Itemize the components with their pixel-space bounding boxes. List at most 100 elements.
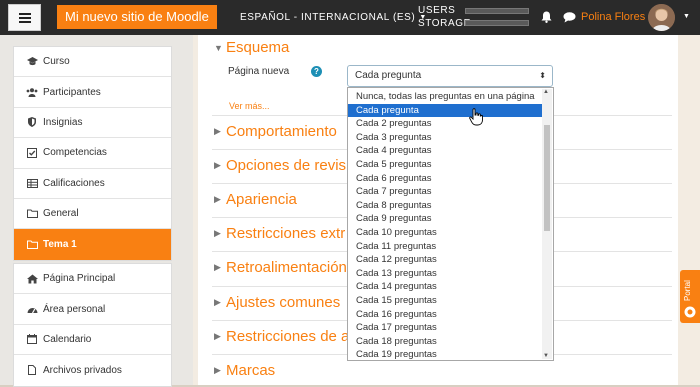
caret-right-icon: ▶ [214,262,221,272]
sidebar-item-participantes[interactable]: Participantes [14,77,171,108]
usage-users-label: USERS [418,5,456,16]
sidebar-item-label: Competencias [43,147,107,159]
portal-tab-label: Portal [683,280,692,302]
section-restricciones-extra-header[interactable]: ▶ Restricciones extr [214,225,345,242]
sidebar-item-curso[interactable]: Curso [14,47,171,78]
shield-icon [26,117,38,128]
listbox-option[interactable]: Cada 19 preguntas [348,348,542,360]
portal-logo-icon [684,306,696,318]
language-menu[interactable]: ESPAÑOL - INTERNACIONAL (ES) ▼ [240,0,427,35]
dashboard-icon [26,305,38,314]
messages-button[interactable] [561,9,577,25]
caret-right-icon: ▶ [214,194,221,204]
file-icon [26,365,38,376]
caret-right-icon: ▶ [214,160,221,170]
section-title: Retroalimentación [226,259,347,276]
sidebar-item-area-personal[interactable]: Área personal [14,294,171,325]
avatar[interactable] [648,4,675,31]
avatar-image [648,4,675,31]
section-marcas-header[interactable]: ▶ Marcas [214,362,275,379]
listbox-option[interactable]: Cada 2 preguntas [348,117,542,131]
chat-icon [563,11,575,22]
listbox-option[interactable]: Cada 16 preguntas [348,308,542,322]
site-nav-group: Página Principal Área personal Calendari… [13,263,172,387]
site-title-link[interactable]: Mi nuevo sitio de Moodle [57,5,217,29]
top-navbar: Mi nuevo sitio de Moodle ESPAÑOL - INTER… [0,0,700,35]
sidebar-item-label: Archivos privados [43,364,122,376]
section-title: Opciones de revis [226,157,347,174]
updown-caret-icon: ⬍ [539,71,546,80]
sidebar-item-pagina-principal[interactable]: Página Principal [14,264,171,295]
listbox-option[interactable]: Cada 7 preguntas [348,185,542,199]
section-title: Marcas [226,362,276,379]
sidebar-item-calendario[interactable]: Calendario [14,325,171,356]
listbox-option[interactable]: Cada 6 preguntas [348,172,542,186]
listbox-option[interactable]: Cada 9 preguntas [348,212,542,226]
section-ajustes-comunes-header[interactable]: ▶ Ajustes comunes [214,294,340,311]
sidebar-item-label: Participantes [43,86,101,98]
user-menu-caret-icon[interactable]: ▼ [683,13,690,20]
listbox-option[interactable]: Cada 4 preguntas [348,144,542,158]
graduation-cap-icon [26,57,38,66]
storage-usage-bar [465,20,529,26]
sidebar-item-label: Área personal [43,303,106,315]
scrollbar-thumb[interactable] [544,125,550,231]
scroll-down-icon[interactable]: ▼ [543,353,549,359]
usage-labels: USERS STORAGE [418,4,471,30]
usage-bars [465,8,529,32]
section-opciones-revision-header[interactable]: ▶ Opciones de revis [214,157,346,174]
notifications-button[interactable] [538,9,554,25]
left-drawer: Curso Participantes Insignias Competenci… [0,35,193,387]
listbox-option[interactable]: Cada 14 preguntas [348,280,542,294]
section-restricciones-acceso-header[interactable]: ▶ Restricciones de a [214,328,349,345]
sidebar-item-competencias[interactable]: Competencias [14,138,171,169]
ver-mas-link[interactable]: Ver más... [229,101,270,111]
sidebar-item-label: General [43,208,79,220]
section-title: Apariencia [226,191,297,208]
listbox-option[interactable]: Cada 18 preguntas [348,335,542,349]
scroll-up-icon[interactable]: ▲ [543,89,549,95]
section-retroalimentacion-header[interactable]: ▶ Retroalimentación [214,259,347,276]
quiz-settings-form: ▼ Esquema Página nueva ? Cada pregunta ⬍… [198,35,678,385]
listbox-option[interactable]: Cada 3 preguntas [348,131,542,145]
section-title: Comportamiento [226,123,337,140]
hamburger-button[interactable] [8,4,41,31]
section-title: Esquema [226,39,290,56]
section-esquema-header[interactable]: ▼ Esquema [214,39,289,56]
listbox-option[interactable]: Cada 15 preguntas [348,294,542,308]
sidebar-item-tema-1[interactable]: Tema 1 [14,229,171,260]
listbox-option[interactable]: Cada 13 preguntas [348,267,542,281]
sidebar-item-label: Página Principal [43,273,116,285]
listbox-option[interactable]: Cada pregunta [348,103,542,118]
pagina-nueva-select[interactable]: Cada pregunta ⬍ [347,65,553,87]
pagina-nueva-listbox[interactable]: Nunca, todas las preguntas en una página… [347,87,554,361]
folder-icon [26,240,38,250]
listbox-option[interactable]: Cada 8 preguntas [348,199,542,213]
section-title: Restricciones extr [226,225,346,242]
course-nav-group: Curso Participantes Insignias Competenci… [13,46,172,261]
home-icon [26,274,38,284]
sidebar-item-calificaciones[interactable]: Calificaciones [14,169,171,199]
section-apariencia-header[interactable]: ▶ Apariencia [214,191,297,208]
listbox-option[interactable]: Cada 17 preguntas [348,321,542,335]
listbox-option[interactable]: Cada 11 preguntas [348,240,542,254]
user-name[interactable]: Polina Flores [581,0,645,35]
listbox-option[interactable]: Cada 10 preguntas [348,226,542,240]
sidebar-item-archivos-privados[interactable]: Archivos privados [14,355,171,385]
table-icon [26,178,38,188]
listbox-option[interactable]: Nunca, todas las preguntas en una página [348,90,542,104]
section-title: Ajustes comunes [226,294,341,311]
listbox-option[interactable]: Cada 12 preguntas [348,253,542,267]
sidebar-item-insignias[interactable]: Insignias [14,108,171,139]
listbox-option[interactable]: Cada 5 preguntas [348,158,542,172]
language-label: ESPAÑOL - INTERNACIONAL (ES) [240,12,416,23]
caret-down-icon: ▼ [214,42,223,53]
help-icon[interactable]: ? [311,66,322,77]
caret-right-icon: ▶ [214,297,221,307]
bell-icon [541,11,551,23]
sidebar-item-label: Calendario [43,333,92,345]
section-comportamiento-header[interactable]: ▶ Comportamiento [214,123,337,140]
usage-storage-label: STORAGE [418,18,471,29]
listbox-scrollbar[interactable]: ▲ ▼ [542,89,552,359]
sidebar-item-general[interactable]: General [14,199,171,230]
